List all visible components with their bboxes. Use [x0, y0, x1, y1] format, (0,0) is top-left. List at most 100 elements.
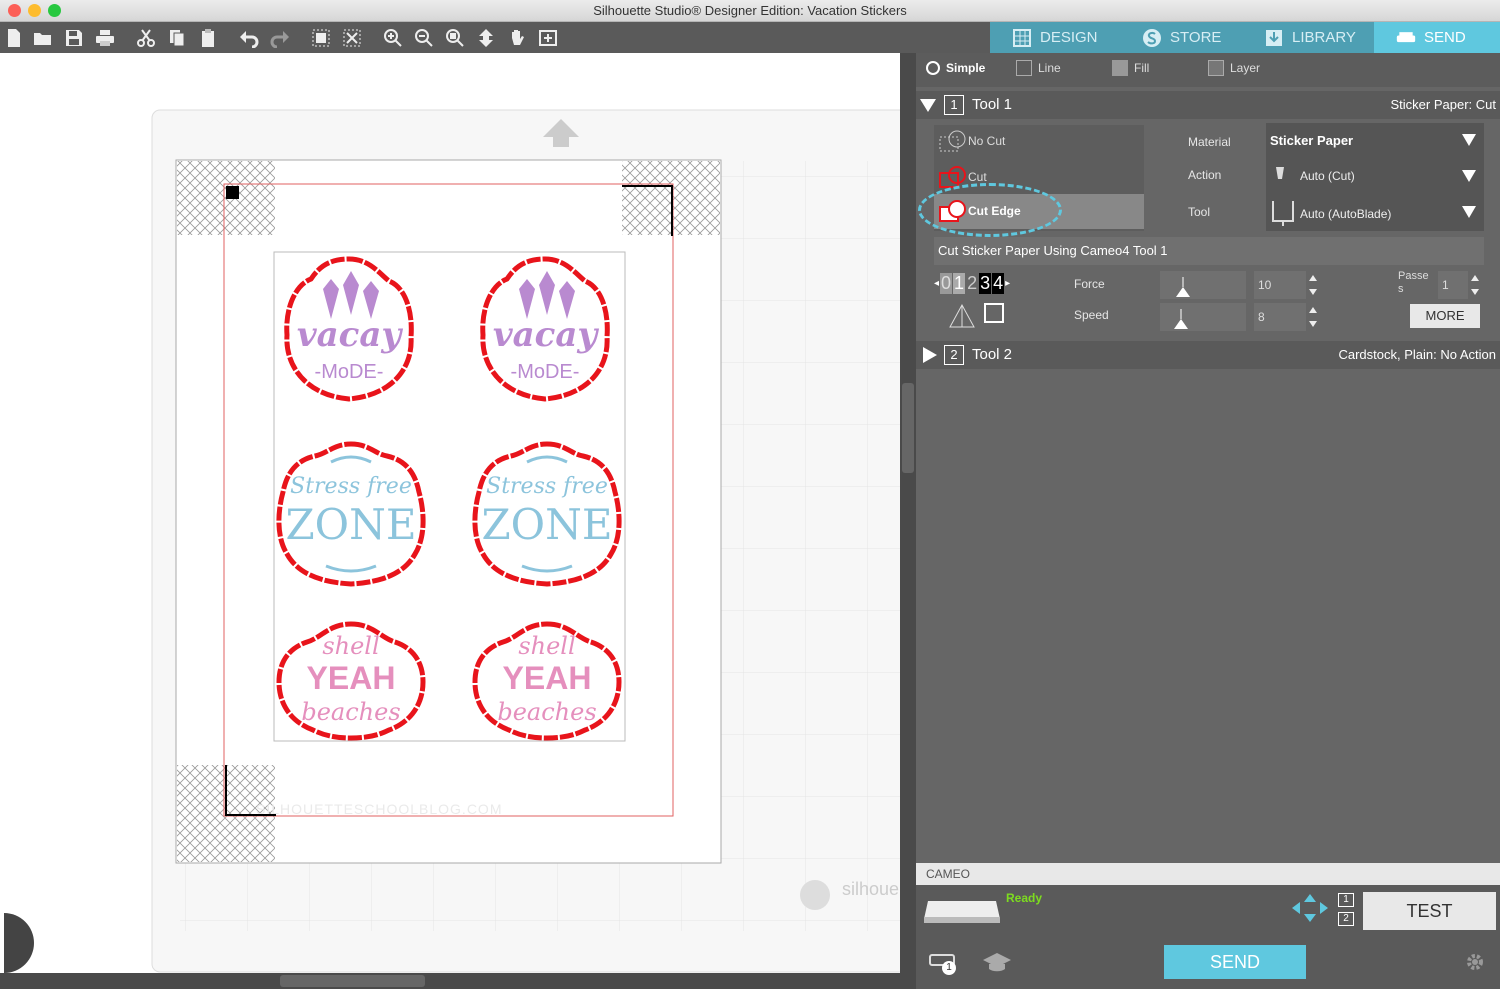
material-dropdown[interactable]: Sticker Paper — [1266, 123, 1484, 159]
action-dropdown[interactable]: Auto (Cut) — [1266, 159, 1484, 195]
more-button[interactable]: MORE — [1410, 304, 1480, 328]
open-folder-icon[interactable] — [31, 26, 55, 50]
tab-send[interactable]: SEND — [1374, 22, 1500, 53]
checkbox[interactable] — [984, 303, 1004, 323]
vertical-scroll-thumb[interactable] — [902, 383, 914, 473]
tool1-label: Tool 1 — [972, 96, 1013, 113]
blade-digit: 4 — [992, 272, 1005, 294]
tab-layer[interactable]: Layer — [1208, 60, 1260, 76]
paste-icon[interactable] — [196, 26, 220, 50]
test-button[interactable]: TEST — [1363, 892, 1496, 930]
radio-icon — [926, 61, 940, 75]
horizontal-scrollbar[interactable] — [0, 973, 916, 989]
tab-design[interactable]: DESIGN — [990, 22, 1118, 53]
move-down-arrow-icon[interactable] — [474, 26, 498, 50]
vertical-scrollbar[interactable] — [900, 53, 916, 973]
cut-scissors-icon[interactable] — [134, 26, 158, 50]
tab-design-label: DESIGN — [1040, 29, 1098, 46]
sticker-stress-free-2[interactable]: Stress free ZONE — [472, 440, 622, 588]
group-icon[interactable] — [309, 26, 333, 50]
sticker-shell-yeah-2[interactable]: shell YEAH beaches — [472, 620, 622, 742]
force-stepper-icon[interactable] — [1308, 273, 1318, 297]
settings-gear-icon[interactable] — [1464, 951, 1486, 973]
tab-store-label: STORE — [1170, 29, 1222, 46]
device-section: CAMEO Ready 1 2 TEST SEND 1 — [916, 863, 1500, 989]
passes-label: Passe s — [1398, 270, 1429, 295]
tab-simple[interactable]: Simple — [926, 61, 985, 75]
cameo-machine-icon — [924, 901, 1000, 923]
blade-depth-control[interactable]: ◂ 0 1 2 3 4 ▸ — [934, 269, 1018, 297]
sticker-shell-yeah-1[interactable]: shell YEAH beaches — [276, 620, 426, 742]
tab-simple-label: Simple — [946, 61, 986, 75]
no-cut-icon — [939, 130, 966, 152]
tool1-header[interactable]: 1 Tool 1 Sticker Paper: Cut — [916, 91, 1500, 119]
new-document-icon[interactable] — [2, 26, 26, 50]
sticker-stress-free-1[interactable]: Stress free ZONE — [276, 440, 426, 588]
sticker-line2: ZONE — [285, 500, 417, 549]
tab-fill-label: Fill — [1134, 61, 1150, 75]
send-button[interactable]: SEND — [1164, 945, 1306, 979]
graduation-cap-icon[interactable] — [982, 951, 1012, 973]
sticker-line3: beaches — [497, 698, 597, 726]
tab-library[interactable]: LIBRARY — [1242, 22, 1372, 53]
send-panel: Simple Line Fill Layer 1 Tool 1 Sticker … — [916, 53, 1500, 863]
tab-line[interactable]: Line — [1016, 60, 1061, 76]
ungroup-icon[interactable] — [340, 26, 364, 50]
save-icon[interactable] — [62, 26, 86, 50]
copy-icon[interactable] — [165, 26, 189, 50]
force-slider[interactable] — [1160, 271, 1246, 299]
device-status: Ready — [1006, 891, 1043, 905]
tool2-header[interactable]: 2 Tool 2 Cardstock, Plain: No Action — [916, 341, 1500, 369]
line-mode-icon — [1016, 60, 1032, 76]
expand-triangle-icon — [923, 347, 937, 363]
design-grid-icon — [1013, 28, 1031, 47]
action-label: Action — [1188, 168, 1222, 182]
window-title: Silhouette Studio® Designer Edition: Vac… — [593, 3, 907, 18]
design-canvas[interactable]: SILHOUETTESCHOOLBLOG.COM silhoue vacay -… — [0, 53, 900, 973]
action-value: Auto (Cut) — [1300, 169, 1355, 183]
sticker-vacay-mode-2[interactable]: vacay -MoDE- — [479, 255, 611, 403]
tool-number-2[interactable]: 2 — [1338, 912, 1354, 926]
speed-label: Speed — [1074, 308, 1109, 322]
pan-hand-icon[interactable] — [505, 26, 529, 50]
undo-icon[interactable] — [237, 26, 261, 50]
passes-stepper-icon[interactable] — [1470, 273, 1480, 297]
slider-handle-icon — [1174, 309, 1188, 329]
main-toolbar — [0, 22, 990, 53]
tab-line-label: Line — [1038, 61, 1061, 75]
sticker-line2: -MoDE- — [314, 361, 384, 383]
zoom-out-icon[interactable] — [412, 26, 436, 50]
slider-handle-icon — [1176, 277, 1190, 297]
zoom-fit-icon[interactable] — [443, 26, 467, 50]
blade-digit: 1 — [953, 272, 966, 294]
tool-dropdown[interactable]: Auto (AutoBlade) — [1266, 195, 1484, 231]
tool2-number: 2 — [944, 345, 964, 365]
blade-digit: 2 — [967, 272, 978, 293]
zoom-in-icon[interactable] — [381, 26, 405, 50]
action-no-cut[interactable]: No Cut — [938, 127, 1005, 155]
move-arrows-icon[interactable] — [1290, 893, 1330, 923]
tab-store[interactable]: STORE — [1120, 22, 1240, 53]
force-value: 10 — [1258, 278, 1272, 292]
print-icon[interactable] — [93, 26, 117, 50]
horizontal-scroll-thumb[interactable] — [280, 975, 425, 987]
main-nav-bar: DESIGN STORE LIBRARY SEND — [990, 22, 1500, 53]
highlight-ellipse — [918, 183, 1062, 237]
redo-icon[interactable] — [268, 26, 292, 50]
store-icon — [1143, 28, 1161, 47]
page-view-icon[interactable] — [536, 26, 560, 50]
tab-library-label: LIBRARY — [1292, 29, 1356, 46]
force-input[interactable]: 10 — [1254, 271, 1306, 299]
sticker-line3: beaches — [301, 698, 401, 726]
blade-digit: 3 — [979, 272, 992, 294]
speed-stepper-icon[interactable] — [1308, 305, 1318, 329]
sticker-vacay-mode-1[interactable]: vacay -MoDE- — [283, 255, 415, 403]
speed-input[interactable]: 8 — [1254, 303, 1306, 331]
tab-fill[interactable]: Fill — [1112, 60, 1149, 76]
passes-input[interactable]: 1 — [1438, 271, 1468, 299]
tool-number-1[interactable]: 1 — [1338, 893, 1354, 907]
speed-slider[interactable] — [1160, 303, 1246, 331]
cutter-machine-icon — [1396, 31, 1416, 42]
window-titlebar: Silhouette Studio® Designer Edition: Vac… — [0, 0, 1500, 22]
sticker-line1: Stress free — [486, 474, 608, 499]
